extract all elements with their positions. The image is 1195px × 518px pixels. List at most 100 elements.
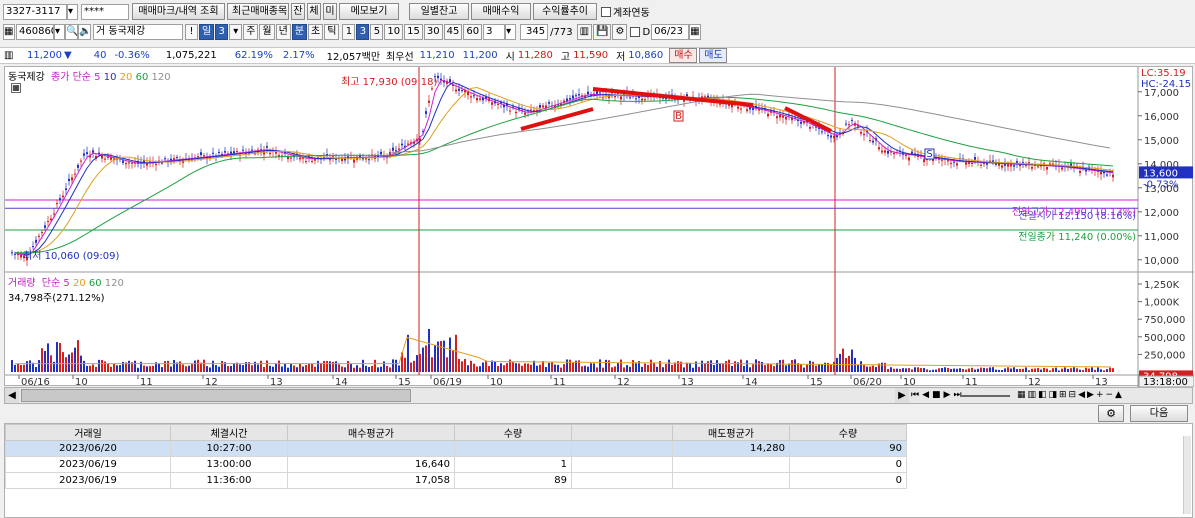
- volume-bar: [311, 363, 313, 372]
- price-candle: [965, 162, 967, 165]
- sell-button[interactable]: 매도: [699, 48, 728, 63]
- account-link-checkbox[interactable]: [601, 6, 611, 17]
- daily-balance-button[interactable]: 일별잔고: [409, 3, 469, 20]
- volume-bar: [440, 341, 442, 372]
- date-field[interactable]: 06/23: [651, 24, 690, 40]
- volume-bar: [338, 364, 340, 372]
- table-row[interactable]: 2023/06/20 10:27:00 14,280 90: [5, 440, 907, 457]
- speaker-icon[interactable]: 🔈: [78, 24, 91, 40]
- volume-bar: [383, 361, 385, 372]
- return-trend-button[interactable]: 수익률추이: [533, 3, 597, 20]
- save-icon[interactable]: 💾: [593, 24, 612, 40]
- price-volume-chart[interactable]: 17,00016,00015,00014,00013,00012,00011,0…: [5, 67, 1194, 387]
- scroll-left-icon[interactable]: ◀: [5, 388, 19, 403]
- interval-45-button[interactable]: 45: [443, 24, 463, 40]
- interval-1-button[interactable]: 1: [342, 24, 356, 40]
- table-row[interactable]: 2023/06/19 13:00:00 16,640 1 0: [5, 456, 907, 473]
- table-row[interactable]: 2023/06/19 11:36:00 17,058 89 0: [5, 472, 907, 489]
- stock-code-field[interactable]: 460860: [16, 24, 54, 40]
- price-legend-icon[interactable]: ▦: [11, 83, 21, 93]
- memo-button[interactable]: 메모보기: [339, 3, 399, 20]
- interval-30-button[interactable]: 30: [423, 24, 443, 40]
- code-dropdown-icon[interactable]: ▾: [54, 24, 65, 40]
- period-second-button[interactable]: 초: [308, 24, 324, 40]
- period-year-button[interactable]: 년: [275, 24, 291, 40]
- scroll-thumb[interactable]: [21, 389, 411, 402]
- price-candle: [833, 135, 835, 139]
- volume-bar: [1100, 369, 1102, 372]
- col-exec-time: 체결시간: [170, 424, 288, 441]
- volume-bar: [1055, 367, 1057, 372]
- interval-60-button[interactable]: 60: [463, 24, 483, 40]
- grid-toolbar: ⚙ 다음: [4, 405, 1193, 423]
- search-icon[interactable]: 🔍: [65, 24, 78, 40]
- playback-controls[interactable]: ⏮◀■▶⏭: [911, 388, 965, 403]
- grid-settings-icon[interactable]: ⚙: [1098, 405, 1124, 422]
- quote-bar: ▥ 11,200 ▼ 40 -0.36% 1,075,221 62.19% 2.…: [0, 47, 1195, 64]
- price-candle: [200, 152, 202, 156]
- filled-button[interactable]: 체: [307, 3, 321, 20]
- scroll-right-icon[interactable]: ▶: [895, 388, 909, 403]
- next-button[interactable]: 다음: [1130, 405, 1188, 422]
- chart-grid-icon[interactable]: ▥: [576, 24, 593, 40]
- period-minute-button[interactable]: 분: [291, 24, 308, 40]
- volume-bar: [272, 366, 274, 372]
- period-month-button[interactable]: 월: [259, 24, 275, 40]
- chart-area[interactable]: 17,000 16,000 15,000 14,000 13,000 12,000 11,0…: [4, 66, 1194, 387]
- quote-settings-icon[interactable]: ▥: [4, 50, 16, 61]
- volume-bar: [17, 363, 19, 372]
- settings-icon[interactable]: ⚙: [612, 24, 628, 40]
- account-field[interactable]: 3327-3117: [3, 3, 67, 20]
- zoom-slider[interactable]: [960, 395, 1010, 397]
- volume-bar: [707, 361, 709, 372]
- date-prefix: D: [642, 26, 651, 38]
- account-dropdown-icon[interactable]: ▾: [67, 3, 78, 20]
- table-scrollbar[interactable]: [1183, 436, 1191, 514]
- recent-trades-button[interactable]: 최근매매종목: [227, 3, 289, 20]
- ratio2: 2.17%: [282, 50, 315, 61]
- price-candle: [905, 154, 907, 156]
- volume-bar: [983, 367, 985, 372]
- volume-bar: [185, 366, 187, 372]
- legend-ma-60: 60: [135, 72, 149, 83]
- price-candle: [44, 225, 46, 228]
- balance-button[interactable]: 잔: [291, 3, 305, 20]
- period-day-button[interactable]: 일: [199, 24, 215, 40]
- interval-10-button[interactable]: 10: [384, 24, 404, 40]
- grid-icon[interactable]: ▦: [3, 24, 15, 40]
- password-field[interactable]: ****: [81, 3, 129, 20]
- chart-scrollbar[interactable]: ◀ ▶ ⏮◀■▶⏭ ▦▥◧◨⊞⊟◀▶+−▲: [4, 387, 1193, 404]
- buy-button[interactable]: 매수: [669, 48, 698, 63]
- volume-bar: [959, 368, 961, 372]
- count-dropdown-icon[interactable]: ▾: [505, 24, 517, 40]
- date-checkbox[interactable]: [630, 27, 641, 37]
- count-field[interactable]: 3: [483, 24, 506, 40]
- volume-bar: [407, 334, 409, 372]
- period-tick-button[interactable]: 틱: [324, 24, 340, 40]
- period-dropdown-icon[interactable]: ▾: [229, 24, 243, 40]
- trade-profit-button[interactable]: 매매수익: [471, 3, 531, 20]
- volume-bar: [83, 360, 85, 372]
- legend-vol-ma-120: 120: [104, 278, 124, 289]
- period-week-button[interactable]: 주: [243, 24, 259, 40]
- stock-name-field[interactable]: 거 동국제강: [93, 24, 183, 40]
- unfilled-button[interactable]: 미: [323, 3, 337, 20]
- volume-bar: [809, 360, 811, 372]
- price-candle: [1070, 163, 1072, 166]
- tool-icons[interactable]: ▦▥◧◨⊞⊟◀▶+−▲: [1017, 388, 1124, 403]
- price-candle: [497, 103, 499, 105]
- calendar-icon[interactable]: ▦: [689, 24, 702, 40]
- best-bid: 11,200: [462, 50, 498, 61]
- period-count[interactable]: 3: [215, 24, 229, 40]
- trade-mark-query-button[interactable]: 매매마크/내역 조회: [132, 3, 225, 20]
- warning-icon[interactable]: !: [185, 24, 198, 40]
- volume-bar: [134, 360, 136, 372]
- interval-5-button[interactable]: 5: [370, 24, 384, 40]
- cell-date: 2023/06/20: [5, 440, 171, 457]
- interval-15-button[interactable]: 15: [404, 24, 423, 40]
- current-rate-label: -0.73%: [1143, 179, 1178, 190]
- interval-3-button[interactable]: 3: [356, 24, 370, 40]
- volume-bar: [1070, 368, 1072, 372]
- volume-bar: [734, 361, 736, 372]
- page-field[interactable]: 345: [520, 24, 549, 40]
